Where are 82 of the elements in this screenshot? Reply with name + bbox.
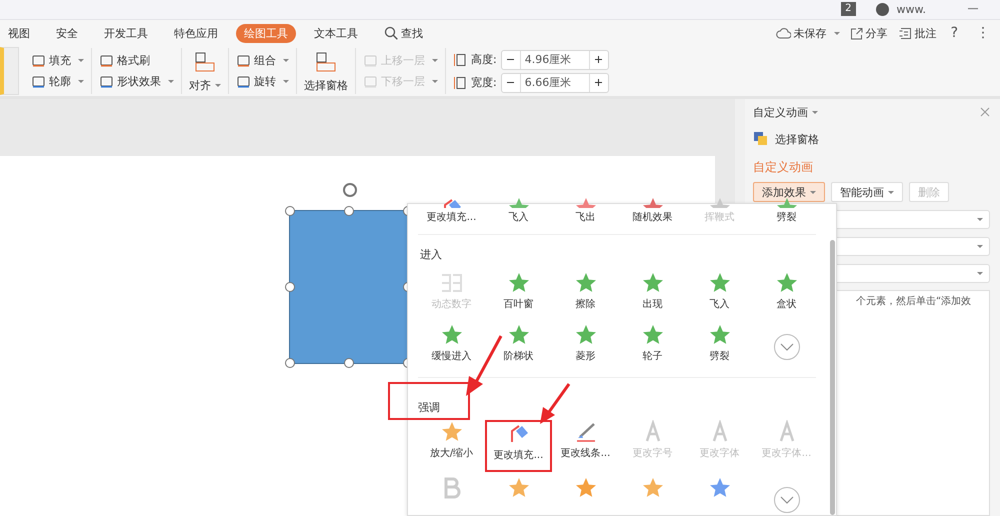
resize-handle[interactable] — [344, 358, 354, 368]
pane-button[interactable]: 添加效果 — [753, 182, 825, 202]
annotation-arrow — [463, 334, 503, 398]
tool-icon — [31, 53, 46, 68]
field-label: 高度: — [471, 52, 497, 68]
ribbon-tab[interactable]: 安全 — [48, 24, 86, 43]
effect-item[interactable]: 随机效果 — [619, 196, 686, 224]
resize-handle[interactable] — [285, 282, 295, 292]
tool-icon — [314, 50, 338, 74]
tool-icon — [31, 74, 46, 90]
cloud-icon — [776, 27, 791, 40]
effect-item[interactable]: 菱形 — [552, 323, 619, 372]
ribbon-button[interactable]: 轮廓 — [31, 74, 84, 90]
effect-item[interactable]: 更改填充... — [485, 420, 552, 472]
ribbon-button[interactable]: 选择窗格 — [304, 50, 348, 93]
toolbar-button[interactable]: ? — [946, 25, 962, 42]
section-heading: 自定义动画 — [753, 159, 814, 176]
effect-item[interactable]: 盒状 — [753, 271, 820, 320]
tool-icon — [236, 74, 251, 90]
tool-icon — [99, 53, 114, 68]
effect-item[interactable]: 轮子 — [619, 323, 686, 372]
section-title: 进入 — [419, 247, 443, 264]
dimension-icon — [453, 52, 467, 67]
toolbar-button[interactable]: ⋮ — [972, 25, 994, 42]
section-title: 强调 — [388, 382, 470, 420]
resize-handle[interactable] — [285, 358, 295, 368]
tool-icon — [236, 53, 251, 68]
toolbar-button[interactable]: 未保存 — [776, 26, 840, 41]
tool-icon — [363, 53, 378, 68]
effect-item[interactable]: 擦除 — [552, 271, 619, 320]
effect-item[interactable]: 飞入 — [686, 271, 753, 320]
avatar-icon[interactable] — [876, 2, 889, 16]
selection-pane-icon — [753, 131, 769, 148]
effect-item[interactable]: 缓慢进入 — [418, 323, 485, 372]
rotate-handle-icon[interactable] — [343, 183, 357, 198]
selection-pane-link[interactable]: 选择窗格 — [753, 131, 990, 148]
ribbon-tab[interactable]: 开发工具 — [96, 24, 156, 43]
chevron-down-icon — [780, 496, 794, 504]
ribbon-tab[interactable]: 视图 — [0, 24, 38, 43]
dimension-icon — [453, 76, 467, 90]
spin-field[interactable]: 6.66厘米 — [500, 72, 609, 93]
pane-button[interactable]: 智能动画 — [831, 182, 903, 202]
ribbon-button[interactable]: 组合 — [236, 53, 289, 68]
comment-icon — [898, 26, 912, 40]
tool-icon — [193, 50, 217, 74]
chevron-down-icon — [780, 343, 794, 352]
close-icon[interactable] — [980, 107, 990, 118]
expand-more-button[interactable] — [774, 334, 800, 360]
effect-item[interactable]: 出现 — [619, 271, 686, 320]
annotation-arrow — [537, 382, 571, 426]
ribbon-tab[interactable]: 特色应用 — [166, 24, 226, 43]
tool-icon — [99, 74, 114, 90]
ribbon-button[interactable]: 格式刷 — [99, 53, 174, 68]
effect-item[interactable]: 更改填充... — [418, 196, 485, 224]
minimize-icon[interactable] — [968, 8, 978, 10]
field-label: 宽度: — [471, 75, 497, 90]
share-icon — [850, 26, 863, 40]
expand-more-button[interactable] — [774, 487, 800, 514]
effect-item[interactable]: 阶梯状 — [485, 323, 552, 372]
toolbar-button[interactable]: 批注 — [898, 26, 937, 41]
effect-item[interactable]: 飞出 — [552, 196, 619, 224]
ribbon-tab[interactable]: 查找 — [376, 24, 431, 43]
user-name[interactable]: www. — [896, 2, 926, 16]
ribbon-button[interactable]: 旋转 — [236, 74, 289, 90]
search-icon — [384, 26, 398, 40]
ribbon-button[interactable]: 填充 — [31, 53, 84, 68]
effect-item[interactable]: 百叶窗 — [485, 271, 552, 320]
resize-handle[interactable] — [285, 206, 295, 216]
toolbar-button[interactable]: 分享 — [850, 26, 888, 41]
ribbon-tab[interactable]: 文本工具 — [306, 24, 366, 43]
ribbon-button[interactable]: 形状效果 — [99, 74, 174, 90]
resize-handle[interactable] — [344, 206, 354, 216]
pane-title[interactable]: 自定义动画 — [753, 104, 818, 120]
spin-field[interactable]: 4.96厘米 — [500, 50, 609, 70]
effect-item[interactable]: 劈裂 — [686, 323, 753, 372]
ribbon-button[interactable]: 对齐 — [189, 50, 221, 93]
window-count-badge[interactable]: 2 — [841, 2, 856, 16]
effect-item[interactable]: 更改线条... — [552, 420, 619, 468]
effect-item[interactable]: 放大/缩小 — [418, 420, 485, 468]
tool-icon — [363, 74, 378, 90]
effect-item[interactable]: 飞入 — [485, 196, 552, 224]
hint-text: 个元素，然后单击“添加效 — [856, 296, 972, 308]
